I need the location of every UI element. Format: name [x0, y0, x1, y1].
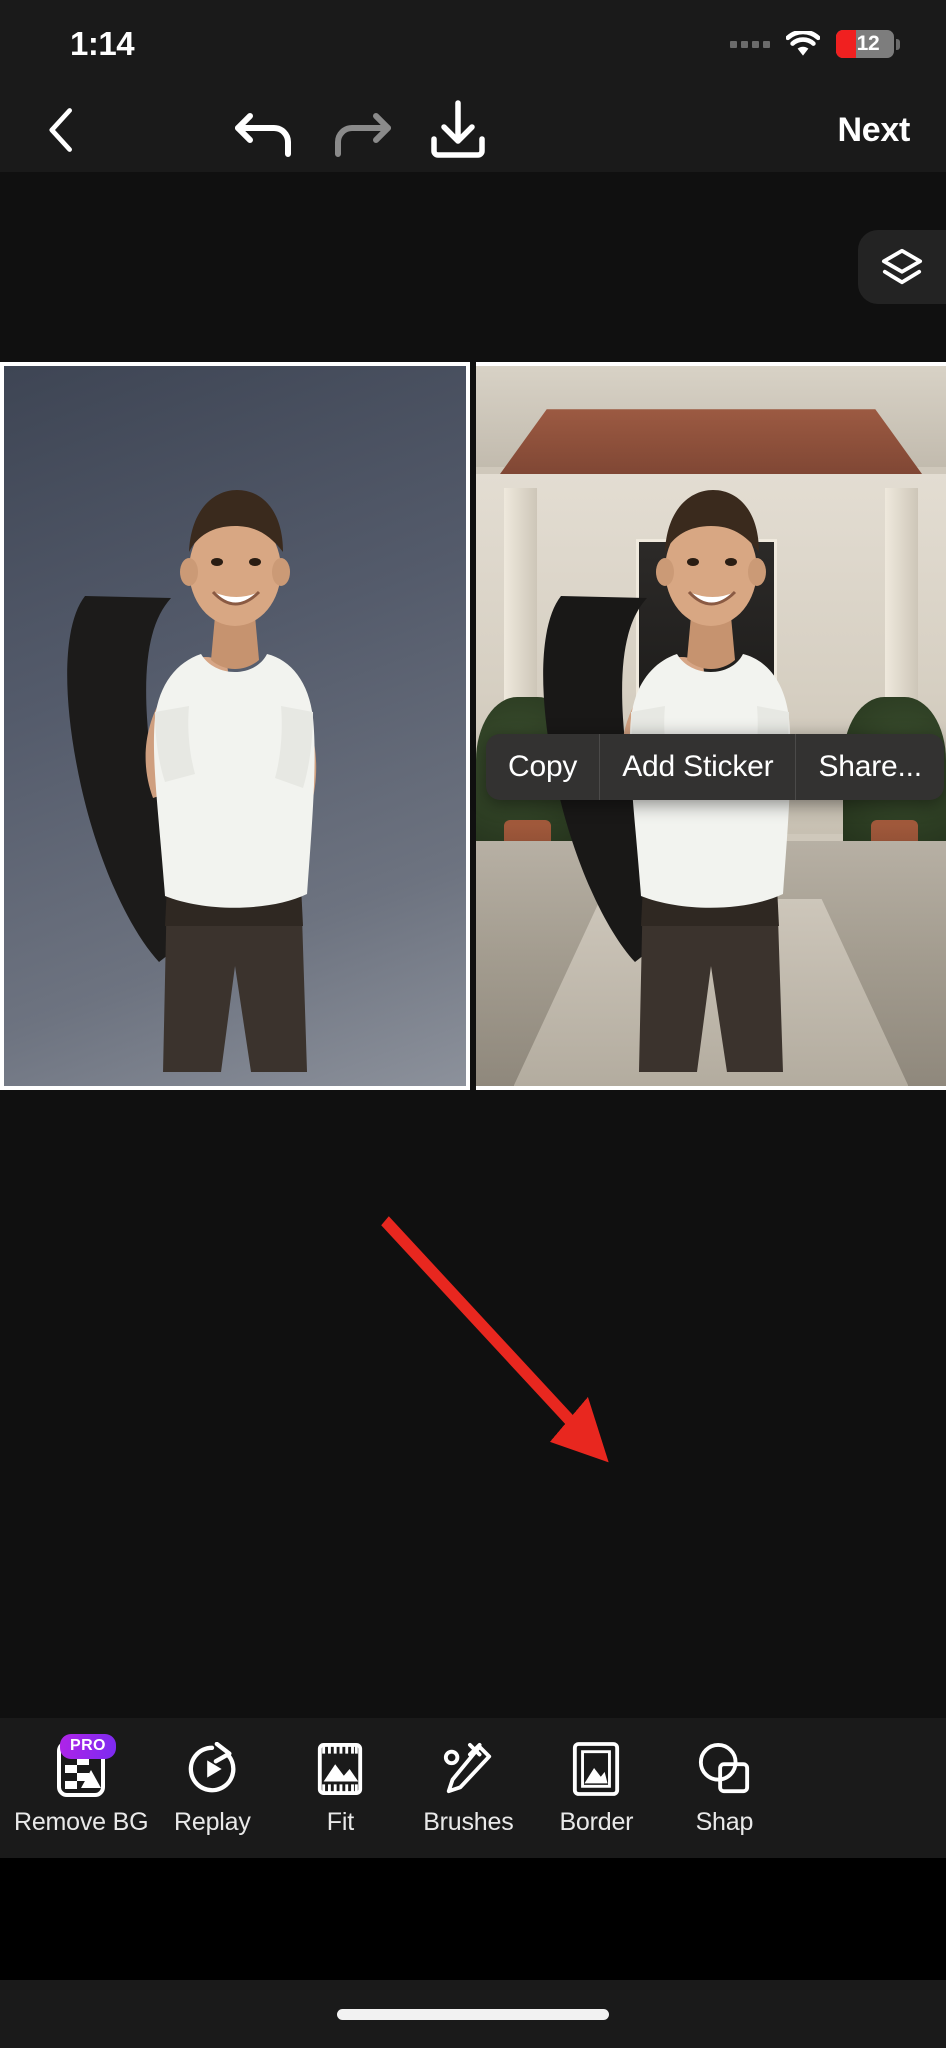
border-icon [568, 1740, 624, 1798]
tool-label: Fit [326, 1807, 354, 1836]
brushes-icon [440, 1740, 496, 1798]
tool-label: Shap [695, 1807, 754, 1836]
editor-tool-strip[interactable]: PRO Remove BG Replay Fit Brushes Border … [0, 1718, 946, 1858]
replay-icon [184, 1740, 240, 1798]
pro-badge: PRO [60, 1733, 116, 1759]
download-icon [431, 100, 485, 158]
phone-screen: 1:14 12 Next Copy Add Sticker Share... P… [0, 0, 946, 2048]
edited-photo-preview[interactable] [0, 362, 471, 1090]
battery-level-text: 12 [856, 32, 880, 55]
editor-canvas[interactable]: Copy Add Sticker Share... [0, 172, 946, 1718]
home-indicator[interactable] [337, 2008, 609, 2020]
tool-border[interactable]: Border [532, 1740, 660, 1837]
tool-shapes[interactable]: Shap [660, 1740, 788, 1837]
fit-icon [312, 1740, 368, 1798]
battery-cap-icon [896, 38, 900, 50]
shapes-icon [696, 1740, 752, 1798]
chevron-left-icon [49, 108, 72, 152]
context-menu[interactable]: Copy Add Sticker Share... [486, 734, 944, 800]
add-sticker-menu-item[interactable]: Add Sticker [599, 734, 795, 800]
status-bar: 1:14 12 [0, 0, 946, 88]
download-button[interactable] [422, 97, 494, 163]
next-button[interactable]: Next [838, 111, 911, 150]
bottom-black-band [0, 1858, 946, 1980]
back-button[interactable] [32, 100, 92, 160]
tool-label: Brushes [423, 1807, 514, 1836]
status-bar-indicators: 12 [730, 30, 900, 58]
wifi-icon [786, 31, 820, 57]
tool-fit[interactable]: Fit [276, 1740, 404, 1837]
before-after-compare[interactable] [0, 362, 946, 1090]
person-subject [476, 366, 946, 1086]
undo-arrow-icon [235, 113, 291, 157]
person-subject [4, 366, 466, 1086]
layers-button[interactable] [858, 230, 946, 304]
tool-label: Remove BG [14, 1807, 149, 1836]
tool-brushes[interactable]: Brushes [404, 1740, 532, 1837]
original-photo-preview[interactable] [476, 362, 946, 1090]
undo-button[interactable] [228, 99, 300, 161]
signal-dots-icon [730, 40, 770, 48]
layers-icon [881, 248, 923, 285]
share-menu-item[interactable]: Share... [795, 734, 943, 800]
redo-button[interactable] [326, 99, 398, 161]
redo-arrow-icon [335, 113, 391, 157]
tool-replay[interactable]: Replay [148, 1740, 276, 1837]
tool-remove-bg[interactable]: PRO Remove BG [14, 1733, 149, 1837]
battery-low-icon: 12 [836, 30, 894, 58]
status-bar-clock: 1:14 [70, 25, 135, 62]
tool-label: Border [559, 1807, 634, 1836]
home-indicator-area [0, 1980, 946, 2048]
tool-label: Replay [174, 1807, 251, 1836]
copy-menu-item[interactable]: Copy [486, 734, 599, 800]
editor-top-toolbar: Next [0, 88, 946, 172]
